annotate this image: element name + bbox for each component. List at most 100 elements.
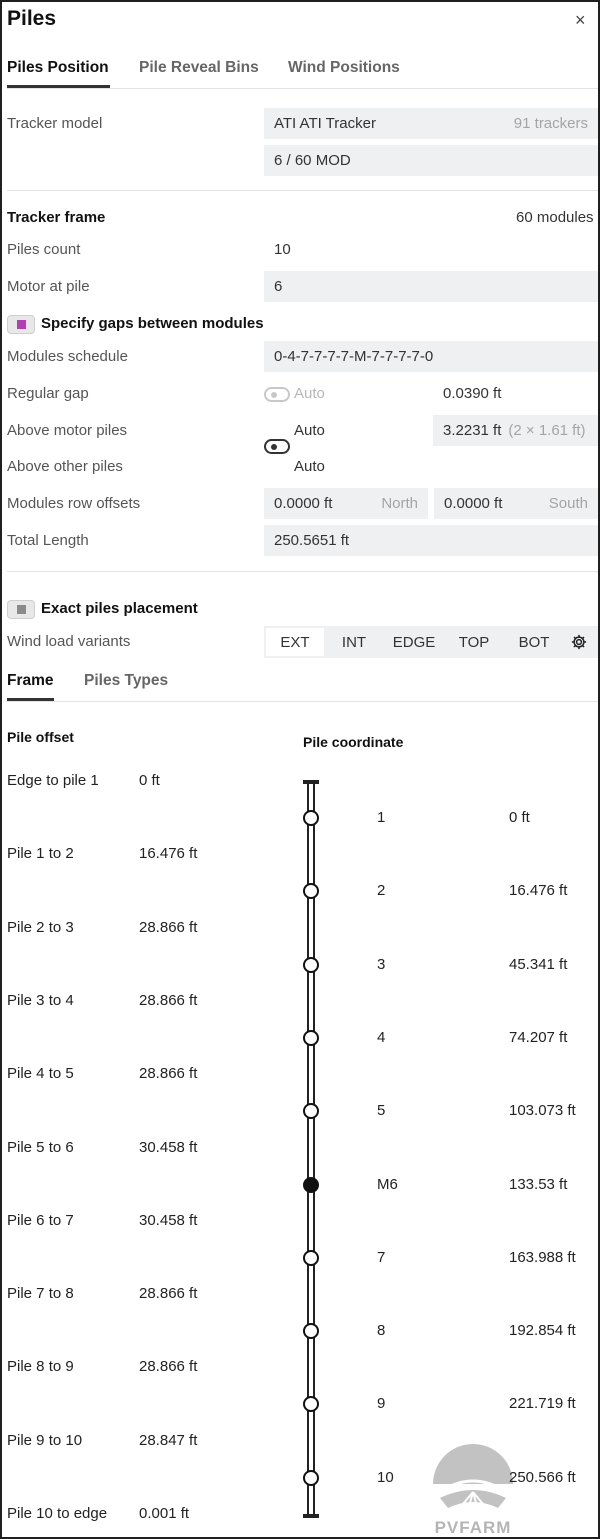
motor-at-pile-input[interactable]: 6 (264, 271, 598, 302)
pile-coordinate-value: 192.854 ft (509, 1322, 576, 1339)
tab-piles-position[interactable]: Piles Position (7, 59, 109, 77)
pile-node (303, 810, 319, 826)
total-length-label: Total Length (7, 532, 89, 549)
pvfarm-logo: PVFARM (428, 1442, 518, 1537)
pile-offset-value: 28.847 ft (139, 1432, 198, 1449)
divider (7, 88, 598, 89)
total-length-field: 250.5651 ft (264, 525, 598, 556)
tracker-model-label: Tracker model (7, 115, 103, 132)
pile-coordinate-value: 163.988 ft (509, 1249, 576, 1266)
specify-gaps-checkbox[interactable] (7, 315, 35, 334)
above-motor-hint: (2 × 1.61 ft) (508, 422, 586, 439)
pile-coordinate-value: 74.207 ft (509, 1029, 568, 1046)
piles-panel: Piles × Piles Position Pile Reveal Bins … (0, 0, 600, 1539)
pile-offset-value: 28.866 ft (139, 992, 198, 1009)
above-other-piles-label: Above other piles (7, 458, 123, 475)
pile-node (303, 1323, 319, 1339)
wind-variant-int[interactable]: INT (324, 628, 384, 656)
pile-coordinate-value: 103.073 ft (509, 1102, 576, 1119)
pile-node (303, 1250, 319, 1266)
pvfarm-logo-text: PVFARM (434, 1518, 512, 1537)
motor-pile-node (303, 1177, 319, 1193)
pile-offset-label: Pile 10 to edge (7, 1505, 108, 1522)
above-motor-piles-label: Above motor piles (7, 422, 128, 439)
pile-number: 4 (377, 1029, 386, 1046)
tracker-count: 91 trackers (513, 115, 588, 132)
pvfarm-logo-mark (433, 1444, 513, 1511)
north-offset-input[interactable]: 0.0000 ft North (264, 488, 428, 519)
wind-load-label: Wind load variants (7, 633, 131, 650)
subtab-piles-types[interactable]: Piles Types (84, 672, 168, 690)
pile-node (303, 883, 319, 899)
piles-count-label: Piles count (7, 241, 81, 258)
modules-schedule-input[interactable]: 0-4-7-7-7-7-M-7-7-7-7-0 (264, 341, 598, 372)
modules-schedule-value: 0-4-7-7-7-7-M-7-7-7-7-0 (274, 348, 434, 365)
pile-offset-value: 30.458 ft (139, 1212, 198, 1229)
above-other-auto-label: Auto (294, 458, 325, 475)
exact-placement-checkbox[interactable] (7, 600, 35, 619)
pile-number: 8 (377, 1322, 386, 1339)
pile-offset-label: Pile 8 to 9 (7, 1358, 74, 1375)
pile-offset-label: Pile 1 to 2 (7, 845, 74, 862)
above-motor-auto-label: Auto (294, 422, 325, 439)
regular-gap-label: Regular gap (7, 385, 89, 402)
module-config-value: 6 / 60 MOD (274, 152, 351, 169)
tracker-model-select[interactable]: ATI ATI Tracker 91 trackers (264, 108, 598, 139)
above-motor-auto-toggle[interactable] (264, 439, 290, 454)
pile-offset-label: Pile 9 to 10 (7, 1432, 83, 1449)
subtab-frame[interactable]: Frame (7, 672, 54, 690)
pile-number: 9 (377, 1395, 386, 1412)
modules-count: 60 modules (516, 209, 594, 226)
regular-gap-auto-toggle[interactable] (264, 387, 290, 402)
pile-node (303, 957, 319, 973)
pile-offset-value: 30.458 ft (139, 1139, 198, 1156)
pile-offset-label: Pile 3 to 4 (7, 992, 74, 1009)
pile-number: 5 (377, 1102, 386, 1119)
wind-variant-ext[interactable]: EXT (266, 628, 324, 656)
gear-icon[interactable] (564, 628, 594, 656)
regular-gap-auto-label: Auto (294, 385, 325, 402)
panel-title: Piles (7, 7, 57, 30)
close-icon[interactable]: × (575, 10, 586, 31)
pile-number: 10 (377, 1469, 394, 1486)
wind-variant-bot[interactable]: BOT (504, 628, 564, 656)
pile-offset-label: Edge to pile 1 (7, 772, 99, 789)
divider (7, 571, 598, 572)
checkbox-check-icon (16, 320, 26, 329)
pile-coordinate-value: 250.566 ft (509, 1469, 576, 1486)
wind-variant-top[interactable]: TOP (444, 628, 504, 656)
wind-variants-segmented: EXT INT EDGE TOP BOT (264, 626, 598, 658)
pile-node (303, 1030, 319, 1046)
pile-node (303, 1103, 319, 1119)
piles-count-value: 10 (274, 241, 291, 258)
exact-placement-label: Exact piles placement (41, 600, 198, 617)
pile-number: M6 (377, 1176, 398, 1193)
south-offset-input[interactable]: 0.0000 ft South (434, 488, 598, 519)
specify-gaps-label: Specify gaps between modules (41, 315, 264, 332)
pile-offset-label: Pile 2 to 3 (7, 919, 74, 936)
divider (7, 190, 598, 191)
pile-number: 2 (377, 882, 386, 899)
above-motor-input[interactable]: 3.2231 ft (2 × 1.61 ft) (433, 415, 598, 446)
pile-coordinate-value: 45.341 ft (509, 956, 568, 973)
wind-variant-edge[interactable]: EDGE (384, 628, 444, 656)
pile-offset-label: Pile 6 to 7 (7, 1212, 74, 1229)
pile-offset-value: 16.476 ft (139, 845, 198, 862)
pile-number: 7 (377, 1249, 386, 1266)
pile-offset-heading: Pile offset (7, 729, 74, 745)
pile-node (303, 1470, 319, 1486)
checkbox-indeterminate-icon (16, 605, 26, 614)
pile-coordinate-value: 16.476 ft (509, 882, 568, 899)
tracker-model-value: ATI ATI Tracker (274, 115, 376, 132)
pile-coordinate-value: 133.53 ft (509, 1176, 568, 1193)
modules-schedule-label: Modules schedule (7, 348, 128, 365)
tab-pile-reveal-bins[interactable]: Pile Reveal Bins (139, 59, 259, 77)
total-length-value: 250.5651 ft (274, 532, 350, 549)
pile-offset-value: 28.866 ft (139, 1285, 198, 1302)
tab-wind-positions[interactable]: Wind Positions (288, 59, 400, 77)
north-offset-value: 0.0000 ft (274, 495, 333, 512)
motor-at-pile-label: Motor at pile (7, 278, 90, 295)
module-config-select[interactable]: 6 / 60 MOD (264, 145, 598, 176)
pile-offset-value: 28.866 ft (139, 1358, 198, 1375)
pile-offset-value: 0 ft (139, 772, 160, 789)
